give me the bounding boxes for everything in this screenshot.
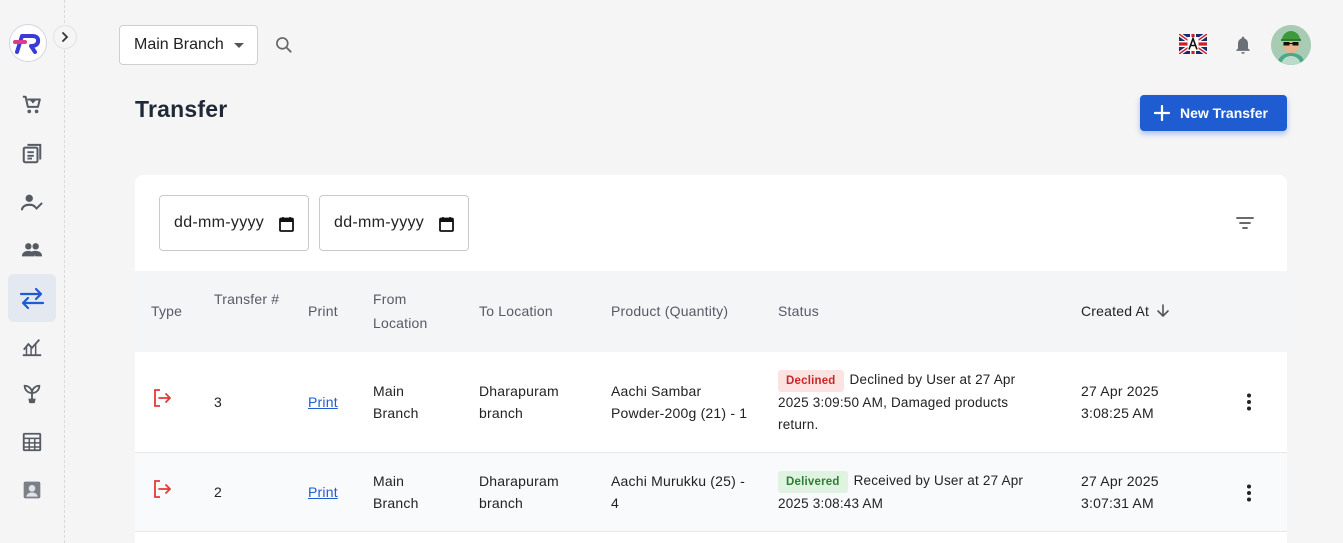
sidebar-item-customers[interactable] [8, 178, 56, 226]
to-location-line: Dharapuram [479, 383, 559, 399]
from-location-line: Main [373, 383, 405, 399]
product-line: Aachi Murukku (25) - [611, 473, 745, 489]
column-header-transfer-number: Transfer # [214, 291, 280, 307]
sidebar-item-calculator[interactable] [8, 418, 56, 466]
calculator-icon [22, 432, 42, 452]
status-text: 2025 3:09:50 AM, Damaged products [778, 395, 1009, 410]
transfer-card: dd-mm-yyyy dd-mm-yyyy Type Transfer # Pr… [135, 175, 1287, 543]
app-logo[interactable] [9, 24, 47, 62]
calendar-icon[interactable] [279, 216, 294, 237]
created-at-label: Created At [1081, 303, 1150, 319]
outgoing-transfer-icon [152, 479, 172, 505]
table-row: 3 Print Main Branch Dharapuram branch Aa… [135, 352, 1287, 453]
print-link[interactable]: Print [308, 391, 338, 413]
sidebar [0, 0, 77, 543]
status-text: 2025 3:08:43 AM [778, 496, 884, 511]
branch-select-value: Main Branch [134, 36, 224, 53]
column-header-print: Print [308, 303, 338, 319]
sidebar-item-sales[interactable] [8, 130, 56, 178]
created-at-line: 3:07:31 AM [1081, 495, 1154, 511]
sidebar-expand-button[interactable] [53, 25, 77, 49]
receipt-icon [22, 143, 42, 164]
search-icon[interactable] [274, 35, 294, 60]
column-header-from-location: From Location [373, 291, 428, 331]
caret-down-icon [234, 43, 244, 48]
filter-icon[interactable] [1236, 216, 1254, 235]
table-row: 2 Print Main Branch Dharapuram branch Aa… [135, 453, 1287, 532]
column-header-status: Status [778, 303, 819, 319]
sidebar-item-cart[interactable] [8, 81, 56, 129]
product-line: Aachi Sambar [611, 383, 702, 399]
to-location-line: branch [479, 495, 524, 511]
created-at-line: 27 Apr 2025 [1081, 383, 1159, 399]
calendar-icon[interactable] [439, 216, 454, 237]
new-transfer-label: New Transfer [1180, 105, 1268, 121]
contact-icon [23, 481, 41, 499]
product-quantity: Aachi Murukku (25) - 4 [611, 470, 745, 514]
product-line: Powder-200g (21) - 1 [611, 405, 748, 421]
status-text: return. [778, 417, 819, 432]
to-date-value: dd-mm-yyyy [334, 214, 425, 231]
sidebar-item-plants[interactable] [8, 370, 56, 418]
column-header-product: Product (Quantity) [611, 303, 729, 319]
to-location-line: Dharapuram [479, 473, 559, 489]
table-header: Type Transfer # Print From Location To L… [135, 271, 1287, 352]
sidebar-item-reports[interactable] [8, 322, 56, 370]
created-at: 27 Apr 2025 3:08:25 AM [1081, 380, 1159, 424]
status-text: Received by User at 27 Apr [853, 473, 1024, 488]
from-date-input[interactable]: dd-mm-yyyy [159, 195, 309, 251]
from-date-value: dd-mm-yyyy [174, 214, 265, 231]
status-badge: Declined [778, 370, 844, 392]
to-location-line: branch [479, 405, 524, 421]
to-location: Dharapuram branch [479, 470, 559, 514]
status-text: Declined by User at 27 Apr [849, 372, 1016, 387]
plus-icon [1154, 105, 1170, 121]
notification-bell-icon[interactable] [1233, 34, 1253, 61]
language-flag-icon[interactable] [1177, 32, 1209, 59]
group-icon [21, 243, 43, 257]
status-cell: Declined Declined by User at 27 Apr 2025 … [778, 369, 1048, 436]
created-at-line: 3:08:25 AM [1081, 405, 1154, 421]
created-at: 27 Apr 2025 3:07:31 AM [1081, 470, 1159, 514]
column-header-type: Type [151, 303, 183, 319]
sort-arrow-down-icon[interactable] [1155, 303, 1171, 319]
status-badge: Delivered [778, 471, 848, 493]
user-avatar[interactable] [1271, 25, 1311, 65]
row-actions-icon[interactable] [1239, 392, 1259, 417]
from-location: Main Branch [373, 380, 419, 424]
to-date-input[interactable]: dd-mm-yyyy [319, 195, 469, 251]
page-title: Transfer [135, 96, 228, 122]
print-link[interactable]: Print [308, 481, 338, 503]
column-header-created-at[interactable]: Created At [1081, 299, 1171, 323]
swap-arrows-icon [19, 287, 45, 310]
chevron-right-icon [62, 32, 69, 42]
transfer-number: 2 [214, 484, 222, 500]
product-line: 4 [611, 495, 619, 511]
from-location: Main Branch [373, 470, 419, 514]
transfer-number: 3 [214, 394, 222, 410]
created-at-line: 27 Apr 2025 [1081, 473, 1159, 489]
sidebar-item-users[interactable] [8, 226, 56, 274]
sidebar-item-contacts[interactable] [8, 466, 56, 514]
cart-icon [22, 95, 41, 114]
avatar-image [1271, 25, 1311, 65]
plant-icon [23, 384, 41, 404]
new-transfer-button[interactable]: New Transfer [1140, 95, 1287, 131]
outgoing-transfer-icon [152, 388, 172, 414]
branch-select[interactable]: Main Branch [119, 25, 258, 65]
status-cell: Delivered Received by User at 27 Apr 2025… [778, 470, 1048, 515]
logo-icon [13, 34, 41, 54]
row-actions-icon[interactable] [1239, 483, 1259, 508]
sidebar-item-transfer[interactable] [8, 274, 56, 322]
chart-icon [22, 338, 42, 357]
product-quantity: Aachi Sambar Powder-200g (21) - 1 [611, 380, 747, 424]
column-header-to-location: To Location [479, 303, 553, 319]
from-location-line: Branch [373, 405, 419, 421]
person-check-icon [21, 194, 43, 211]
from-location-line: Branch [373, 495, 419, 511]
to-location: Dharapuram branch [479, 380, 559, 424]
from-location-line: Main [373, 473, 405, 489]
